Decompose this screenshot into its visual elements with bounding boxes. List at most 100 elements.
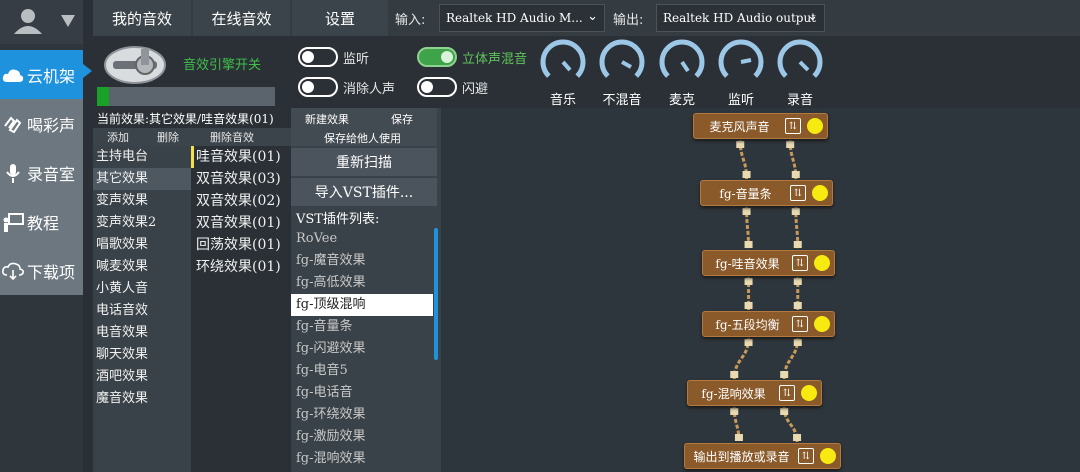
connector-pin[interactable] (736, 141, 745, 148)
knob-record[interactable]: 录音 (774, 38, 826, 108)
category-item[interactable]: 主持电台 (93, 146, 191, 168)
knob-dial-icon[interactable] (598, 38, 646, 88)
delete-effect-button[interactable]: 删除音效 (193, 128, 271, 146)
chain-node[interactable]: 麦克风声音 ⇅ (693, 113, 828, 139)
preset-item[interactable]: 环绕效果(01) (191, 256, 291, 278)
category-item[interactable]: 喊麦效果 (93, 256, 191, 278)
connector-pin[interactable] (744, 278, 753, 285)
chain-node[interactable]: fg-音量条 ⇅ (700, 180, 833, 206)
sidebar-item-downloads[interactable]: 下载项 (0, 246, 83, 295)
chain-node[interactable]: fg-五段均衡 ⇅ (702, 311, 835, 337)
sidebar-item-cloud-rack[interactable]: 云机架 (0, 50, 83, 99)
monitor-toggle[interactable]: 监听 (298, 47, 369, 67)
import-vst-button[interactable]: 导入VST插件... (291, 178, 437, 206)
chain-node[interactable]: fg-混响效果 ⇅ (687, 380, 822, 406)
status-led-icon[interactable] (812, 185, 828, 201)
ducking-toggle[interactable]: 闪避 (417, 77, 488, 97)
sidebar-item-tutorial[interactable]: 教程 (0, 197, 83, 246)
category-item[interactable]: 电音效果 (93, 322, 191, 344)
connector-pin[interactable] (730, 408, 739, 415)
status-led-icon[interactable] (814, 255, 830, 271)
vst-plugin-item[interactable]: fg-电话音 (291, 382, 433, 404)
category-item[interactable]: 变声效果 (93, 190, 191, 212)
knob-no-mix[interactable]: 不混音 (596, 38, 648, 108)
stereo-mix-toggle[interactable]: 立体声混音 (417, 47, 527, 67)
output-device-select[interactable]: Realtek HD Audio output ⌄ (656, 4, 825, 32)
connector-pin[interactable] (791, 171, 800, 178)
preset-item[interactable]: 回荡效果(01) (191, 234, 291, 256)
ducking-switch[interactable] (417, 77, 457, 97)
connector-pin[interactable] (742, 171, 751, 178)
category-item[interactable]: 其它效果 (93, 168, 191, 190)
remove-vocal-switch[interactable] (298, 77, 338, 97)
connector-pin[interactable] (730, 371, 739, 378)
connector-pin[interactable] (786, 141, 795, 148)
status-led-icon[interactable] (807, 118, 823, 134)
category-item[interactable]: 魔音效果 (93, 388, 191, 410)
knob-music[interactable]: 音乐 (537, 38, 589, 108)
save-share-button[interactable]: 保存给他人使用 (324, 130, 401, 146)
vst-scrollbar[interactable] (434, 228, 438, 360)
category-item[interactable]: 酒吧效果 (93, 366, 191, 388)
knob-monitor[interactable]: 监听 (715, 38, 767, 108)
vst-plugin-item[interactable]: fg-顶级混响 (291, 294, 433, 316)
stereo-mix-switch[interactable] (417, 47, 457, 67)
preset-item[interactable]: 双音效果(01) (191, 212, 291, 234)
swap-icon[interactable]: ⇅ (792, 255, 808, 271)
swap-icon[interactable]: ⇅ (790, 185, 806, 201)
new-effect-button[interactable]: 新建效果 (305, 111, 349, 127)
connector-pin[interactable] (744, 339, 753, 346)
status-led-icon[interactable] (814, 316, 830, 332)
save-button[interactable]: 保存 (391, 111, 413, 127)
knob-mic[interactable]: 麦克 (656, 38, 708, 108)
tab-my-effects[interactable]: 我的音效 (93, 0, 191, 36)
connector-pin[interactable] (742, 208, 751, 215)
knob-dial-icon[interactable] (539, 38, 587, 88)
connector-pin[interactable] (793, 434, 802, 441)
vst-plugin-item[interactable]: fg-电音5 (291, 360, 433, 382)
swap-icon[interactable]: ⇅ (798, 448, 814, 464)
add-button[interactable]: 添加 (93, 128, 143, 146)
vst-plugin-item[interactable]: fg-环绕效果 (291, 404, 433, 426)
preset-item[interactable]: 哇音效果(01) (191, 146, 291, 168)
connector-pin[interactable] (793, 302, 802, 309)
sidebar-item-applause[interactable]: 喝彩声 (0, 99, 83, 148)
status-led-icon[interactable] (801, 385, 817, 401)
category-item[interactable]: 聊天效果 (93, 344, 191, 366)
vst-plugin-item[interactable]: fg-高低效果 (291, 272, 433, 294)
rescan-button[interactable]: 重新扫描 (291, 148, 437, 176)
remove-vocal-toggle[interactable]: 消除人声 (298, 77, 395, 97)
vst-plugin-item[interactable]: fg-音量条 (291, 316, 433, 338)
category-item[interactable]: 唱歌效果 (93, 234, 191, 256)
chain-node[interactable]: fg-哇音效果 ⇅ (702, 250, 835, 276)
category-item[interactable]: 小黄人音 (93, 278, 191, 300)
connector-pin[interactable] (780, 408, 789, 415)
connector-pin[interactable] (734, 434, 743, 441)
swap-icon[interactable]: ⇅ (779, 385, 795, 401)
avatar-icon[interactable] (0, 0, 83, 44)
tab-settings[interactable]: 设置 (292, 0, 388, 36)
connector-pin[interactable] (791, 208, 800, 215)
swap-icon[interactable]: ⇅ (785, 118, 801, 134)
connector-pin[interactable] (793, 339, 802, 346)
user-area[interactable] (0, 0, 83, 44)
status-led-icon[interactable] (820, 448, 836, 464)
vst-plugin-item[interactable]: fg-混响效果 (291, 448, 433, 470)
preset-item[interactable]: 双音效果(02) (191, 190, 291, 212)
swap-icon[interactable]: ⇅ (792, 316, 808, 332)
delete-button[interactable]: 删除 (143, 128, 193, 146)
connector-pin[interactable] (793, 241, 802, 248)
vst-plugin-item[interactable]: RoVee (291, 228, 433, 250)
knob-dial-icon[interactable] (658, 38, 706, 88)
category-item[interactable]: 变声效果2 (93, 212, 191, 234)
vst-plugin-item[interactable]: fg-魔音效果 (291, 250, 433, 272)
knob-dial-icon[interactable] (717, 38, 765, 88)
vst-plugin-item[interactable]: fg-激励效果 (291, 426, 433, 448)
vst-plugin-item[interactable]: fg-闪避效果 (291, 338, 433, 360)
connector-pin[interactable] (793, 278, 802, 285)
connector-pin[interactable] (744, 241, 753, 248)
engine-switch-icon[interactable] (99, 39, 179, 89)
tab-online-effects[interactable]: 在线音效 (193, 0, 290, 36)
chain-node[interactable]: 输出到播放或录音 ⇅ (684, 443, 841, 469)
connector-pin[interactable] (744, 302, 753, 309)
